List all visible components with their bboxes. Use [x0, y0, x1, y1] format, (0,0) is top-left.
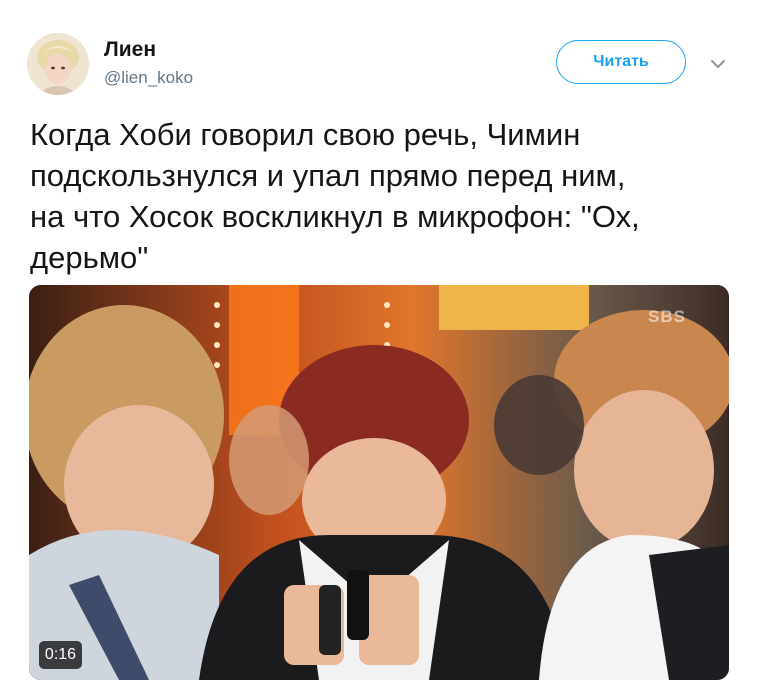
user-handle[interactable]: @lien_koko	[104, 68, 193, 88]
display-name[interactable]: Лиен	[104, 38, 156, 62]
follow-button[interactable]: Читать	[556, 40, 686, 84]
avatar-image	[27, 33, 89, 95]
video-thumbnail	[29, 285, 729, 680]
chevron-down-icon[interactable]	[708, 54, 728, 74]
tweet-card: Лиен @lien_koko Читать Когда Хоби говори…	[0, 0, 758, 692]
video-duration-badge: 0:16	[39, 641, 82, 669]
broadcaster-watermark: SBS	[648, 307, 686, 326]
video-player[interactable]	[29, 285, 729, 680]
tweet-text: Когда Хоби говорил свою речь, Чимин подс…	[30, 117, 640, 275]
avatar[interactable]	[27, 33, 89, 95]
